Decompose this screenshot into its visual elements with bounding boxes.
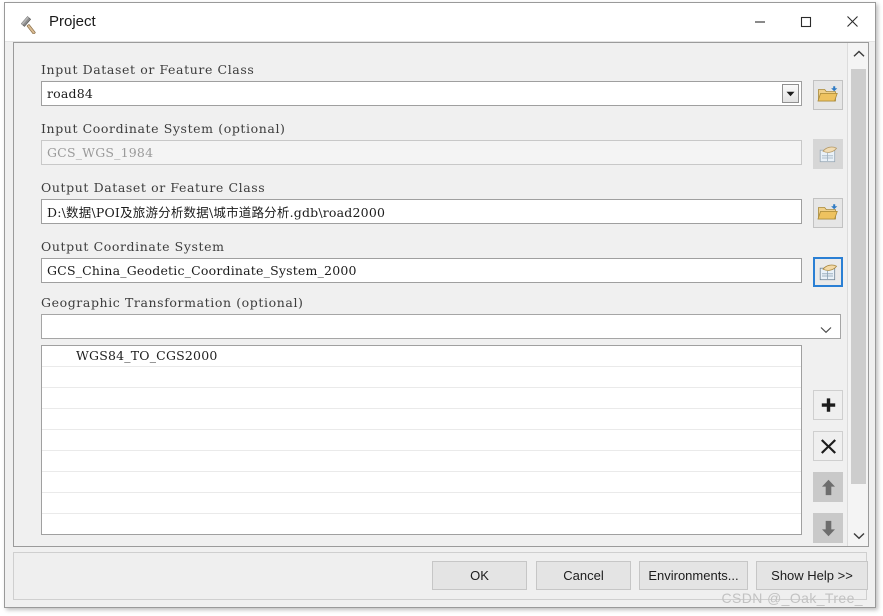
move-up-transformation-button (813, 472, 843, 502)
title-bar: Project (5, 3, 875, 42)
chevron-down-icon (786, 91, 795, 96)
add-transformation-button[interactable] (813, 390, 843, 420)
input-coordinate-system-browse-button (813, 139, 843, 169)
scroll-up-button[interactable] (848, 43, 869, 64)
open-folder-icon (817, 86, 838, 102)
output-dataset-input[interactable] (41, 199, 802, 224)
input-dataset-dropdown-button[interactable] (782, 84, 799, 103)
transformation-list-item[interactable] (42, 472, 801, 493)
parameters-panel-content: Input Dataset or Feature Class Input Coo… (14, 43, 847, 546)
ok-button[interactable]: OK (432, 561, 527, 590)
transformation-list-item[interactable] (42, 493, 801, 514)
output-coordinate-system-label: Output Coordinate System (41, 239, 225, 254)
close-icon (846, 16, 858, 27)
minimize-icon (755, 20, 765, 23)
panel-scrollbar[interactable] (847, 43, 868, 546)
output-dataset-browse-button[interactable] (813, 198, 843, 228)
transformation-list[interactable]: WGS84_TO_CGS2000 (41, 345, 802, 535)
hammer-icon (20, 12, 43, 35)
output-dataset-label: Output Dataset or Feature Class (41, 180, 266, 195)
transformation-list-item[interactable] (42, 388, 801, 409)
minimize-button[interactable] (737, 3, 783, 40)
transformation-list-item[interactable] (42, 514, 801, 534)
arrow-up-icon (821, 479, 835, 495)
open-folder-icon (817, 204, 838, 220)
spatial-reference-icon (819, 264, 838, 281)
close-button[interactable] (829, 3, 875, 40)
geographic-transformation-combo[interactable] (41, 314, 841, 339)
chevron-down-icon (820, 321, 832, 339)
input-dataset-browse-button[interactable] (813, 80, 843, 110)
transformation-list-item[interactable] (42, 451, 801, 472)
input-coordinate-system-input (41, 140, 802, 165)
watermark: CSDN @_Oak_Tree_ (721, 590, 863, 606)
spatial-reference-icon (819, 146, 838, 163)
parameters-panel: Input Dataset or Feature Class Input Coo… (13, 42, 869, 547)
transformation-list-item[interactable] (42, 409, 801, 430)
remove-transformation-button[interactable] (813, 431, 843, 461)
input-dataset-input[interactable] (41, 81, 802, 106)
input-dataset-label: Input Dataset or Feature Class (41, 62, 255, 77)
transformation-list-item[interactable]: WGS84_TO_CGS2000 (42, 346, 801, 367)
move-down-transformation-button (813, 513, 843, 543)
plus-icon (821, 397, 835, 412)
environments-button[interactable]: Environments... (639, 561, 748, 590)
maximize-icon (800, 16, 812, 27)
window-title: Project (49, 13, 96, 30)
scroll-down-button[interactable] (848, 525, 869, 546)
chevron-up-icon (853, 50, 864, 57)
project-dialog-window: Project Input Dataset or Feature Class r… (4, 2, 876, 608)
output-coordinate-system-browse-button[interactable] (813, 257, 843, 287)
input-coordinate-system-label: Input Coordinate System (optional) (41, 121, 286, 136)
transformation-list-item[interactable] (42, 430, 801, 451)
cancel-button[interactable]: Cancel (536, 561, 631, 590)
x-icon (820, 438, 836, 454)
show-help-button[interactable]: Show Help >> (756, 561, 868, 590)
geographic-transformation-label: Geographic Transformation (optional) (41, 295, 304, 310)
transformation-list-item[interactable] (42, 367, 801, 388)
transformation-list-rows: WGS84_TO_CGS2000 (42, 346, 801, 534)
chevron-down-icon (853, 532, 864, 539)
output-coordinate-system-input[interactable] (41, 258, 802, 283)
scrollbar-thumb[interactable] (851, 69, 866, 484)
maximize-button[interactable] (783, 3, 829, 40)
arrow-down-icon (821, 520, 835, 536)
